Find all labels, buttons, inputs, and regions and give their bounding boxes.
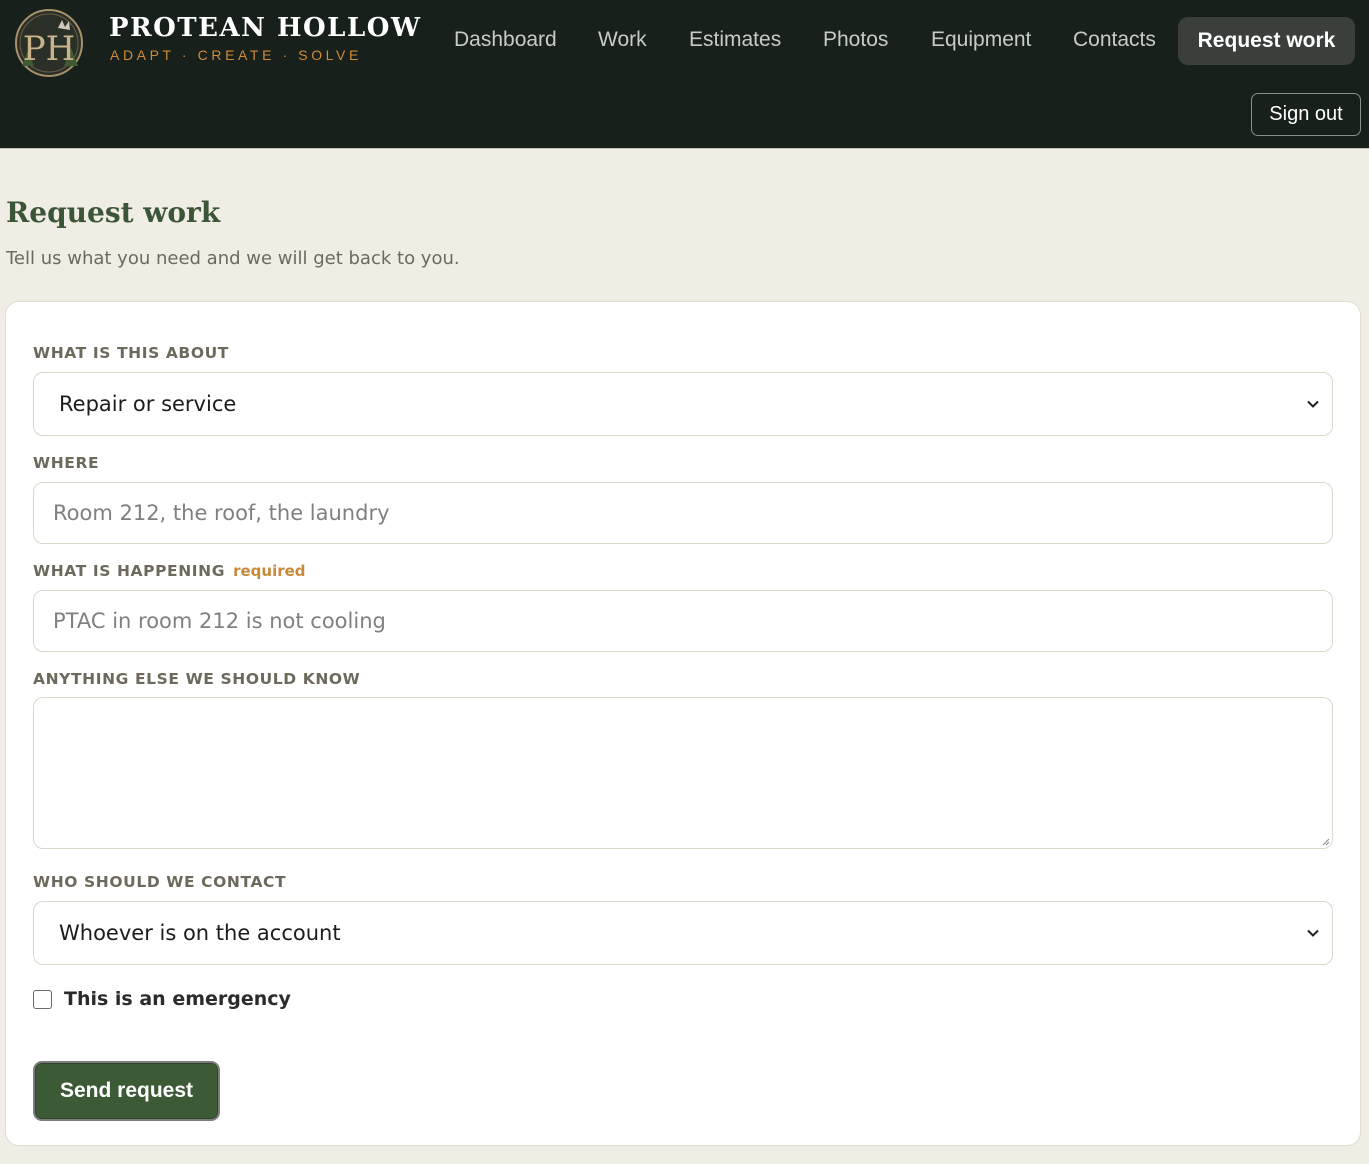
- top-navigation-bar: PH PROTEAN HOLLOW ADAPT · CREATE · SOLVE…: [0, 0, 1369, 149]
- contact-select[interactable]: Whoever is on the account: [33, 901, 1333, 965]
- emergency-label[interactable]: This is an emergency: [64, 988, 291, 1010]
- about-select-value: Repair or service: [59, 392, 237, 416]
- brand-name: PROTEAN HOLLOW: [109, 13, 422, 43]
- brand-tagline: ADAPT · CREATE · SOLVE: [110, 47, 362, 63]
- where-label: WHERE: [33, 454, 100, 472]
- nav-estimates[interactable]: Estimates: [689, 28, 781, 52]
- resize-handle-icon[interactable]: [1320, 836, 1330, 846]
- page-title: Request work: [6, 196, 221, 229]
- chevron-down-icon: [1307, 929, 1319, 937]
- protean-hollow-logo-icon[interactable]: PH: [14, 8, 84, 78]
- required-indicator: required: [233, 562, 306, 580]
- contact-select-value: Whoever is on the account: [59, 921, 341, 945]
- nav-work[interactable]: Work: [598, 28, 647, 52]
- sign-out-button[interactable]: Sign out: [1251, 93, 1361, 136]
- emergency-checkbox[interactable]: [33, 989, 52, 1009]
- nav-dashboard[interactable]: Dashboard: [454, 28, 557, 52]
- chevron-down-icon: [1307, 400, 1319, 408]
- logo-monogram: PH: [23, 29, 76, 69]
- nav-photos[interactable]: Photos: [823, 28, 888, 52]
- nav-request-work[interactable]: Request work: [1178, 17, 1355, 65]
- happening-label-text: WHAT IS HAPPENING: [33, 562, 226, 580]
- happening-input[interactable]: PTAC in room 212 is not cooling: [33, 590, 1333, 652]
- nav-equipment[interactable]: Equipment: [931, 28, 1031, 52]
- notes-label: ANYTHING ELSE WE SHOULD KNOW: [33, 670, 361, 688]
- about-label: WHAT IS THIS ABOUT: [33, 344, 229, 362]
- about-select[interactable]: Repair or service: [33, 372, 1333, 436]
- contact-label: WHO SHOULD WE CONTACT: [33, 873, 287, 891]
- notes-textarea[interactable]: [33, 697, 1333, 849]
- happening-label: WHAT IS HAPPENING required: [33, 562, 306, 580]
- where-input[interactable]: Room 212, the roof, the laundry: [33, 482, 1333, 544]
- emergency-row: This is an emergency: [33, 987, 291, 1011]
- send-request-button[interactable]: Send request: [33, 1061, 220, 1121]
- page-subtitle: Tell us what you need and we will get ba…: [6, 248, 460, 269]
- nav-contacts[interactable]: Contacts: [1073, 28, 1156, 52]
